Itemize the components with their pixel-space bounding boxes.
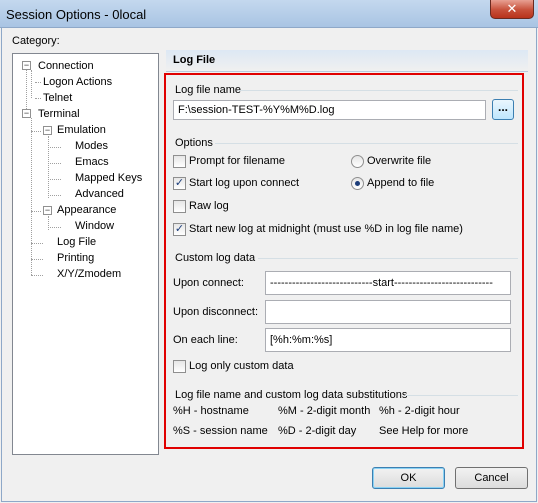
collapse-icon[interactable]: −: [22, 61, 31, 70]
group-divider: [405, 395, 518, 396]
tree-item-telnet[interactable]: Telnet: [43, 91, 72, 105]
log-file-name-input[interactable]: F:\session-TEST-%Y%M%D.log: [173, 100, 486, 120]
start-log-upon-connect-checkbox[interactable]: ✓: [173, 177, 186, 190]
group-divider: [215, 143, 518, 144]
subst-help-note: See Help for more: [379, 425, 469, 437]
start-new-log-midnight-checkbox[interactable]: ✓: [173, 223, 186, 236]
raw-log-checkbox[interactable]: [173, 200, 186, 213]
on-each-line-input[interactable]: [%h:%m:%s]: [265, 328, 511, 352]
subst-day: %D - 2-digit day: [278, 425, 357, 437]
ok-button[interactable]: OK: [372, 467, 445, 489]
on-each-line-label: On each line:: [173, 334, 238, 346]
collapse-icon[interactable]: −: [43, 126, 52, 135]
start-log-upon-connect-label: Start log upon connect: [189, 177, 300, 189]
tree-item-connection[interactable]: Connection: [38, 59, 94, 73]
subst-session-name: %S - session name: [173, 425, 268, 437]
tree-item-emacs[interactable]: Emacs: [75, 155, 109, 169]
prompt-filename-label: Prompt for filename: [189, 155, 285, 167]
custom-log-data-group-title: Custom log data: [175, 252, 256, 264]
subst-hour: %h - 2-digit hour: [379, 405, 460, 417]
upon-connect-input[interactable]: ----------------------------start-------…: [265, 271, 511, 295]
collapse-icon[interactable]: −: [22, 109, 31, 118]
options-group-title: Options: [175, 137, 213, 149]
browse-button[interactable]: ...: [492, 99, 514, 120]
tree-item-appearance[interactable]: Appearance: [57, 203, 116, 217]
cancel-button[interactable]: Cancel: [455, 467, 528, 489]
close-button[interactable]: ✕: [490, 0, 534, 19]
title-bar: Session Options - 0local ✕: [0, 0, 538, 28]
upon-disconnect-label: Upon disconnect:: [173, 306, 258, 318]
collapse-icon[interactable]: −: [43, 206, 52, 215]
raw-log-label: Raw log: [189, 200, 229, 212]
tree-item-modes[interactable]: Modes: [75, 139, 108, 153]
prompt-filename-checkbox[interactable]: [173, 155, 186, 168]
substitutions-group-title: Log file name and custom log data substi…: [175, 389, 408, 401]
window-title: Session Options - 0local: [6, 7, 147, 22]
section-header: Log File: [166, 50, 528, 72]
log-file-name-group-title: Log file name: [175, 84, 242, 96]
section-title: Log File: [173, 54, 216, 66]
tree-item-logon-actions[interactable]: Logon Actions: [43, 75, 112, 89]
group-divider: [238, 90, 518, 91]
tree-item-advanced[interactable]: Advanced: [75, 187, 124, 201]
tree-item-window[interactable]: Window: [75, 219, 114, 233]
overwrite-file-label: Overwrite file: [367, 155, 432, 167]
category-tree[interactable]: − Connection Logon Actions Telnet − Term…: [12, 53, 159, 455]
upon-disconnect-input[interactable]: [265, 300, 511, 324]
log-only-custom-checkbox[interactable]: [173, 360, 186, 373]
tree-item-mapped-keys[interactable]: Mapped Keys: [75, 171, 142, 185]
category-label: Category:: [12, 35, 60, 47]
subst-hostname: %H - hostname: [173, 405, 249, 417]
tree-item-xyzmodem[interactable]: X/Y/Zmodem: [57, 267, 121, 281]
tree-item-emulation[interactable]: Emulation: [57, 123, 106, 137]
append-to-file-radio[interactable]: [351, 177, 364, 190]
group-divider: [258, 258, 518, 259]
subst-month: %M - 2-digit month: [278, 405, 371, 417]
tree-item-terminal[interactable]: Terminal: [38, 107, 80, 121]
overwrite-file-radio[interactable]: [351, 155, 364, 168]
append-to-file-label: Append to file: [367, 177, 435, 189]
log-only-custom-label: Log only custom data: [189, 360, 294, 372]
close-icon: ✕: [506, 1, 518, 16]
start-new-log-midnight-label: Start new log at midnight (must use %D i…: [189, 223, 463, 235]
tree-item-log-file[interactable]: Log File: [57, 235, 96, 249]
tree-item-printing[interactable]: Printing: [57, 251, 94, 265]
upon-connect-label: Upon connect:: [173, 277, 244, 289]
